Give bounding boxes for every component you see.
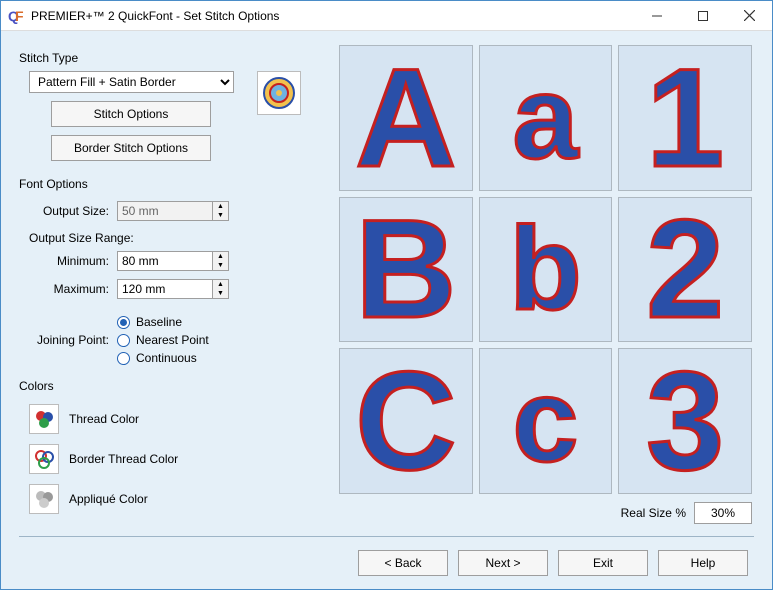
joining-continuous-radio[interactable]: Continuous [117, 351, 209, 365]
help-button[interactable]: Help [658, 550, 748, 576]
preview-cell: 2 [618, 197, 752, 343]
content-area: Stitch Type Pattern Fill + Satin Border … [1, 31, 772, 589]
pattern-preview-icon[interactable] [257, 71, 301, 115]
border-thread-color-label: Border Thread Color [69, 452, 178, 466]
settings-pane: Stitch Type Pattern Fill + Satin Border … [19, 45, 339, 524]
radio-icon [117, 352, 130, 365]
glyph: c [513, 362, 579, 480]
preview-cell: 3 [618, 348, 752, 494]
glyph: 1 [646, 48, 724, 188]
glyph: b [509, 210, 581, 328]
radio-icon [117, 316, 130, 329]
glyph: a [513, 59, 579, 177]
output-size-range-label: Output Size Range: [29, 231, 339, 245]
preview-pane: A a 1 B b 2 C c 3 Real Size % [339, 45, 754, 524]
output-size-spinner[interactable]: ▲▼ [117, 201, 229, 221]
svg-text:F: F [15, 8, 24, 24]
joining-nearest-radio[interactable]: Nearest Point [117, 333, 209, 347]
output-size-field[interactable] [117, 201, 213, 221]
glyph: 2 [646, 199, 724, 339]
glyph: C [355, 351, 456, 491]
preview-grid: A a 1 B b 2 C c 3 [339, 45, 754, 494]
stitch-options-button[interactable]: Stitch Options [51, 101, 211, 127]
glyph: B [355, 199, 456, 339]
up-arrow-icon[interactable]: ▲ [213, 280, 228, 289]
up-arrow-icon[interactable]: ▲ [213, 252, 228, 261]
app-window: Q F PREMIER+™ 2 QuickFont - Set Stitch O… [0, 0, 773, 590]
up-arrow-icon[interactable]: ▲ [213, 202, 228, 211]
titlebar: Q F PREMIER+™ 2 QuickFont - Set Stitch O… [1, 1, 772, 31]
maximum-spinner[interactable]: ▲▼ [117, 279, 229, 299]
preview-cell: 1 [618, 45, 752, 191]
down-arrow-icon[interactable]: ▼ [213, 211, 228, 220]
down-arrow-icon[interactable]: ▼ [213, 261, 228, 270]
maximum-label: Maximum: [29, 282, 117, 296]
preview-cell: B [339, 197, 473, 343]
stitch-type-heading: Stitch Type [19, 51, 339, 65]
joining-point-label: Joining Point: [29, 333, 117, 347]
maximize-button[interactable] [680, 1, 726, 31]
minimum-spinner[interactable]: ▲▼ [117, 251, 229, 271]
next-button[interactable]: Next > [458, 550, 548, 576]
font-options-heading: Font Options [19, 177, 339, 191]
exit-button[interactable]: Exit [558, 550, 648, 576]
preview-cell: a [479, 45, 613, 191]
thread-color-button[interactable] [29, 404, 59, 434]
border-stitch-options-button[interactable]: Border Stitch Options [51, 135, 211, 161]
applique-color-label: Appliqué Color [69, 492, 148, 506]
down-arrow-icon[interactable]: ▼ [213, 289, 228, 298]
preview-cell: A [339, 45, 473, 191]
glyph: 3 [646, 351, 724, 491]
footer-buttons: < Back Next > Exit Help [19, 537, 754, 589]
preview-cell: C [339, 348, 473, 494]
real-size-label: Real Size % [621, 506, 686, 520]
app-icon: Q F [7, 7, 25, 25]
minimize-button[interactable] [634, 1, 680, 31]
output-size-label: Output Size: [29, 204, 117, 218]
window-title: PREMIER+™ 2 QuickFont - Set Stitch Optio… [31, 9, 634, 23]
preview-cell: b [479, 197, 613, 343]
glyph: A [355, 48, 456, 188]
real-size-field[interactable] [694, 502, 752, 524]
radio-icon [117, 334, 130, 347]
applique-color-button[interactable] [29, 484, 59, 514]
joining-baseline-radio[interactable]: Baseline [117, 315, 209, 329]
maximum-field[interactable] [117, 279, 213, 299]
preview-cell: c [479, 348, 613, 494]
minimum-label: Minimum: [29, 254, 117, 268]
minimum-field[interactable] [117, 251, 213, 271]
close-button[interactable] [726, 1, 772, 31]
back-button[interactable]: < Back [358, 550, 448, 576]
stitch-type-combo[interactable]: Pattern Fill + Satin Border [29, 71, 234, 93]
border-thread-color-button[interactable] [29, 444, 59, 474]
colors-heading: Colors [19, 379, 339, 393]
thread-color-label: Thread Color [69, 412, 139, 426]
